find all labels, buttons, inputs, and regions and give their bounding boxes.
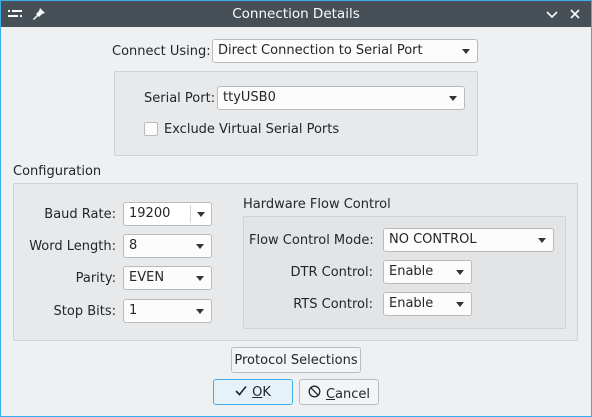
chevron-down-icon [456, 302, 464, 307]
protocol-selections-label: Protocol Selections [234, 353, 358, 368]
stop-bits-value: 1 [129, 303, 138, 318]
connect-using-combo[interactable]: Direct Connection to Serial Port [212, 39, 478, 63]
titlebar[interactable]: Connection Details [1, 1, 591, 27]
close-icon[interactable] [567, 6, 583, 22]
flow-control-mode-combo[interactable]: NO CONTROL [383, 228, 554, 252]
chevron-down-icon [456, 270, 464, 275]
baud-rate-input[interactable]: 19200 [123, 202, 212, 226]
dtr-control-label: DTR Control: [290, 265, 374, 280]
flow-control-heading: Hardware Flow Control [243, 197, 391, 212]
chevron-down-icon [538, 238, 546, 243]
parity-label: Parity: [75, 271, 116, 286]
rts-control-value: Enable [389, 296, 434, 311]
stop-bits-combo[interactable]: 1 [123, 299, 212, 323]
chevron-down-icon [196, 309, 204, 314]
combo-separator [190, 205, 191, 223]
cancel-mnemonic: C [325, 387, 336, 402]
flow-control-mode-value: NO CONTROL [389, 232, 477, 247]
dtr-control-combo[interactable]: Enable [383, 260, 472, 284]
serial-port-panel [114, 71, 478, 156]
exclude-virtual-label[interactable]: Exclude Virtual Serial Ports [164, 122, 339, 137]
parity-combo[interactable]: EVEN [123, 266, 212, 290]
word-length-combo[interactable]: 8 [123, 234, 212, 258]
rts-control-label: RTS Control: [293, 297, 373, 312]
cancel-button[interactable]: Cancel [299, 379, 379, 405]
flow-control-mode-label: Flow Control Mode: [249, 233, 374, 248]
check-icon [235, 385, 247, 400]
chevron-down-icon [196, 244, 204, 249]
protocol-selections-button[interactable]: Protocol Selections [231, 347, 361, 373]
dtr-control-value: Enable [389, 264, 434, 279]
dialog-body: Connect Using: Direct Connection to Seri… [1, 27, 591, 416]
serial-port-label: Serial Port: [144, 91, 216, 106]
exclude-virtual-checkbox[interactable] [144, 122, 158, 136]
rts-control-combo[interactable]: Enable [383, 292, 472, 316]
baud-rate-value: 19200 [129, 206, 171, 221]
cancel-icon [308, 385, 321, 402]
serial-port-combo[interactable]: ttyUSB0 [217, 86, 465, 110]
ok-button[interactable]: OK [213, 379, 293, 405]
chevron-down-icon[interactable] [197, 212, 205, 217]
baud-rate-label: Baud Rate: [44, 207, 116, 222]
window-title: Connection Details [232, 6, 360, 22]
configuration-heading: Configuration [13, 164, 102, 179]
ok-mnemonic: O [252, 385, 263, 400]
connect-using-label: Connect Using: [112, 44, 211, 59]
connect-using-value: Direct Connection to Serial Port [218, 43, 423, 58]
chevron-down-icon[interactable] [544, 6, 560, 22]
word-length-value: 8 [129, 238, 138, 253]
word-length-label: Word Length: [29, 239, 116, 254]
chevron-down-icon [462, 49, 470, 54]
ok-label: K [262, 385, 271, 400]
chevron-down-icon [196, 276, 204, 281]
chevron-down-icon [449, 96, 457, 101]
serial-port-value: ttyUSB0 [223, 90, 276, 105]
connection-details-window: Connection Details Connect Using: Direct… [0, 0, 592, 417]
stop-bits-label: Stop Bits: [53, 304, 116, 319]
parity-value: EVEN [129, 270, 165, 285]
cancel-label: ancel [335, 387, 371, 402]
